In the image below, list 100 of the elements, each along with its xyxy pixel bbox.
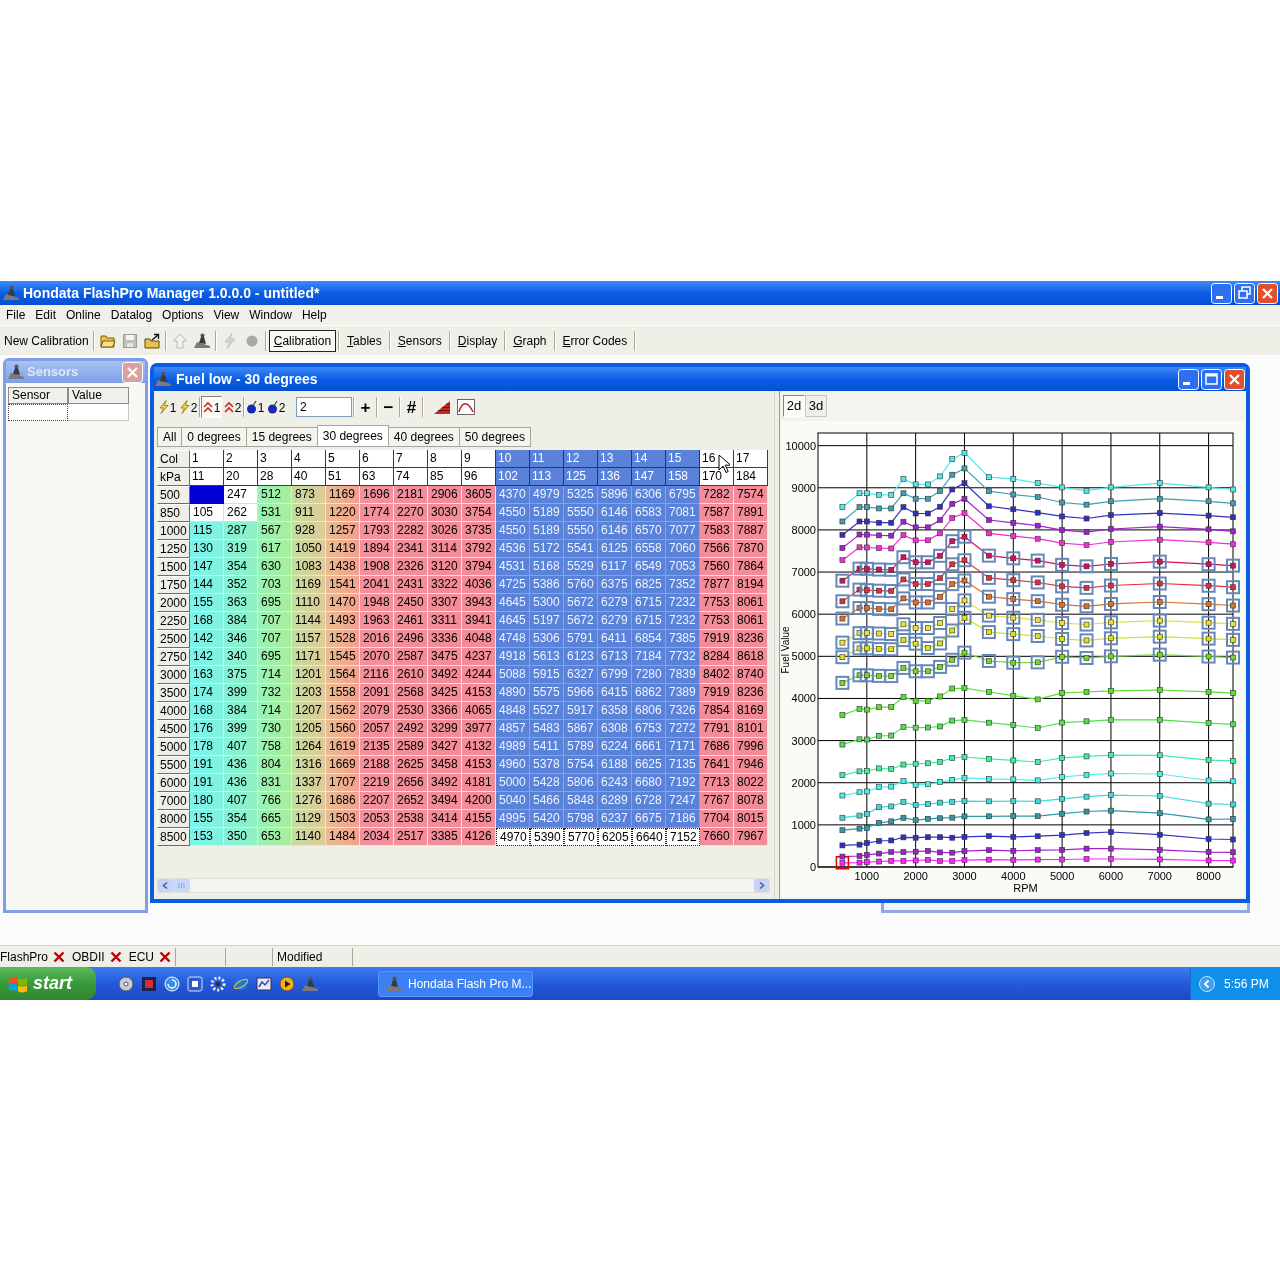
column-header[interactable]: 11 (530, 450, 564, 468)
table-cell[interactable]: 8022 (734, 774, 768, 792)
table-cell[interactable]: 695 (258, 594, 292, 612)
menu-item[interactable]: Edit (30, 306, 62, 324)
chart-mode-tab[interactable]: 2d (783, 395, 805, 417)
row-header[interactable]: 4000 (157, 702, 190, 720)
column-header[interactable]: 17 (734, 450, 768, 468)
table-cell[interactable]: 831 (258, 774, 292, 792)
row-header[interactable]: 1750 (157, 576, 190, 594)
table-cell[interactable]: 2538 (394, 810, 428, 828)
curve-graph-icon[interactable] (457, 399, 475, 415)
table-cell[interactable]: 7566 (700, 540, 734, 558)
toggle-button[interactable]: 2 (178, 396, 199, 418)
table-cell[interactable]: 354 (224, 558, 258, 576)
table-cell[interactable]: 174 (190, 684, 224, 702)
table-cell[interactable]: 2270 (394, 504, 428, 522)
table-cell[interactable]: 1207 (292, 702, 326, 720)
table-cell[interactable]: 732 (258, 684, 292, 702)
table-cell[interactable]: 350 (224, 828, 258, 846)
table-cell[interactable]: 2034 (360, 828, 394, 846)
table-cell[interactable]: 5770 (564, 828, 598, 846)
table-cell[interactable]: 142 (190, 648, 224, 666)
step-field[interactable]: 2 (296, 397, 352, 417)
table-cell[interactable]: 168 (190, 612, 224, 630)
ramp-chart-icon[interactable] (433, 399, 451, 415)
table-cell[interactable]: 1419 (326, 540, 360, 558)
table-cell[interactable]: 2116 (360, 666, 394, 684)
table-cell[interactable]: 2207 (360, 792, 394, 810)
table-cell[interactable]: 115 (190, 522, 224, 540)
table-cell[interactable]: 168 (190, 702, 224, 720)
table-cell[interactable]: 3754 (462, 504, 496, 522)
table-cell[interactable]: 7791 (700, 720, 734, 738)
gear-icon[interactable] (210, 975, 226, 992)
column-header[interactable]: 28 (258, 468, 292, 486)
row-header[interactable]: 6000 (157, 774, 190, 792)
table-cell[interactable]: 1894 (360, 540, 394, 558)
table-cell[interactable]: 2530 (394, 702, 428, 720)
table-cell[interactable]: 3492 (428, 774, 462, 792)
table-cell[interactable]: 2625 (394, 756, 428, 774)
column-header[interactable]: Value (68, 387, 129, 404)
table-cell[interactable]: 2492 (394, 720, 428, 738)
table-cell[interactable]: 1337 (292, 774, 326, 792)
table-cell[interactable]: 7587 (700, 504, 734, 522)
column-header[interactable]: 74 (394, 468, 428, 486)
table-cell[interactable]: 531 (258, 504, 292, 522)
table-cell[interactable]: 2016 (360, 630, 394, 648)
table-cell[interactable]: 1201 (292, 666, 326, 684)
table-cell[interactable]: 873 (292, 486, 326, 504)
close-button[interactable] (1257, 282, 1278, 304)
table-cell[interactable]: 7887 (734, 522, 768, 540)
row-header[interactable]: 3000 (157, 666, 190, 684)
table-cell[interactable]: 3366 (428, 702, 462, 720)
toolbar-tab[interactable]: Sensors (392, 329, 447, 352)
table-cell[interactable]: 3307 (428, 594, 462, 612)
table-cell[interactable]: 8101 (734, 720, 768, 738)
table-cell[interactable]: 512 (258, 486, 292, 504)
logo-icon[interactable] (193, 332, 210, 349)
column-header[interactable]: 170 (700, 468, 734, 486)
table-cell[interactable]: 3941 (462, 612, 496, 630)
table-cell[interactable]: 8402 (700, 666, 734, 684)
table-cell[interactable]: 2219 (360, 774, 394, 792)
table-cell[interactable]: 1129 (292, 810, 326, 828)
toggle-button[interactable]: 2 (222, 396, 243, 418)
minimize-button[interactable] (1211, 282, 1232, 304)
table-cell[interactable]: 399 (224, 684, 258, 702)
table-cell[interactable]: 1203 (292, 684, 326, 702)
table-cell[interactable]: 2610 (394, 666, 428, 684)
table-cell[interactable]: 1140 (292, 828, 326, 846)
app-icon[interactable] (187, 975, 203, 992)
table-cell[interactable]: 6205 (598, 828, 632, 846)
table-cell[interactable]: 7946 (734, 756, 768, 774)
tab[interactable]: 40 degrees (387, 427, 460, 447)
table-cell[interactable]: 2496 (394, 630, 428, 648)
table-cell[interactable]: 3114 (428, 540, 462, 558)
table-cell[interactable]: 1264 (292, 738, 326, 756)
column-header[interactable]: 136 (598, 468, 632, 486)
table-cell[interactable]: 7996 (734, 738, 768, 756)
table-cell[interactable]: 653 (258, 828, 292, 846)
column-header[interactable]: 8 (428, 450, 462, 468)
tab[interactable]: All (157, 427, 183, 447)
table-cell[interactable]: 7704 (700, 810, 734, 828)
column-header[interactable]: 15 (666, 450, 700, 468)
start-button[interactable]: start (0, 967, 96, 1000)
table-cell[interactable]: 911 (292, 504, 326, 522)
table-cell[interactable]: 3030 (428, 504, 462, 522)
table-cell[interactable]: 2053 (360, 810, 394, 828)
column-header[interactable]: 12 (564, 450, 598, 468)
table-cell[interactable]: 7877 (700, 576, 734, 594)
close-button[interactable] (1224, 368, 1245, 390)
table-cell[interactable]: 319 (224, 540, 258, 558)
minimize-button[interactable] (1178, 368, 1199, 390)
table-cell[interactable]: 247 (224, 486, 258, 504)
table-cell[interactable]: 7753 (700, 594, 734, 612)
table-cell[interactable]: 7767 (700, 792, 734, 810)
table-cell[interactable]: 1503 (326, 810, 360, 828)
table-cell[interactable]: 407 (224, 738, 258, 756)
toggle-button[interactable]: 1 (245, 396, 266, 418)
table-cell[interactable]: 2517 (394, 828, 428, 846)
table-cell[interactable]: 3120 (428, 558, 462, 576)
table-cell[interactable]: 8236 (734, 630, 768, 648)
